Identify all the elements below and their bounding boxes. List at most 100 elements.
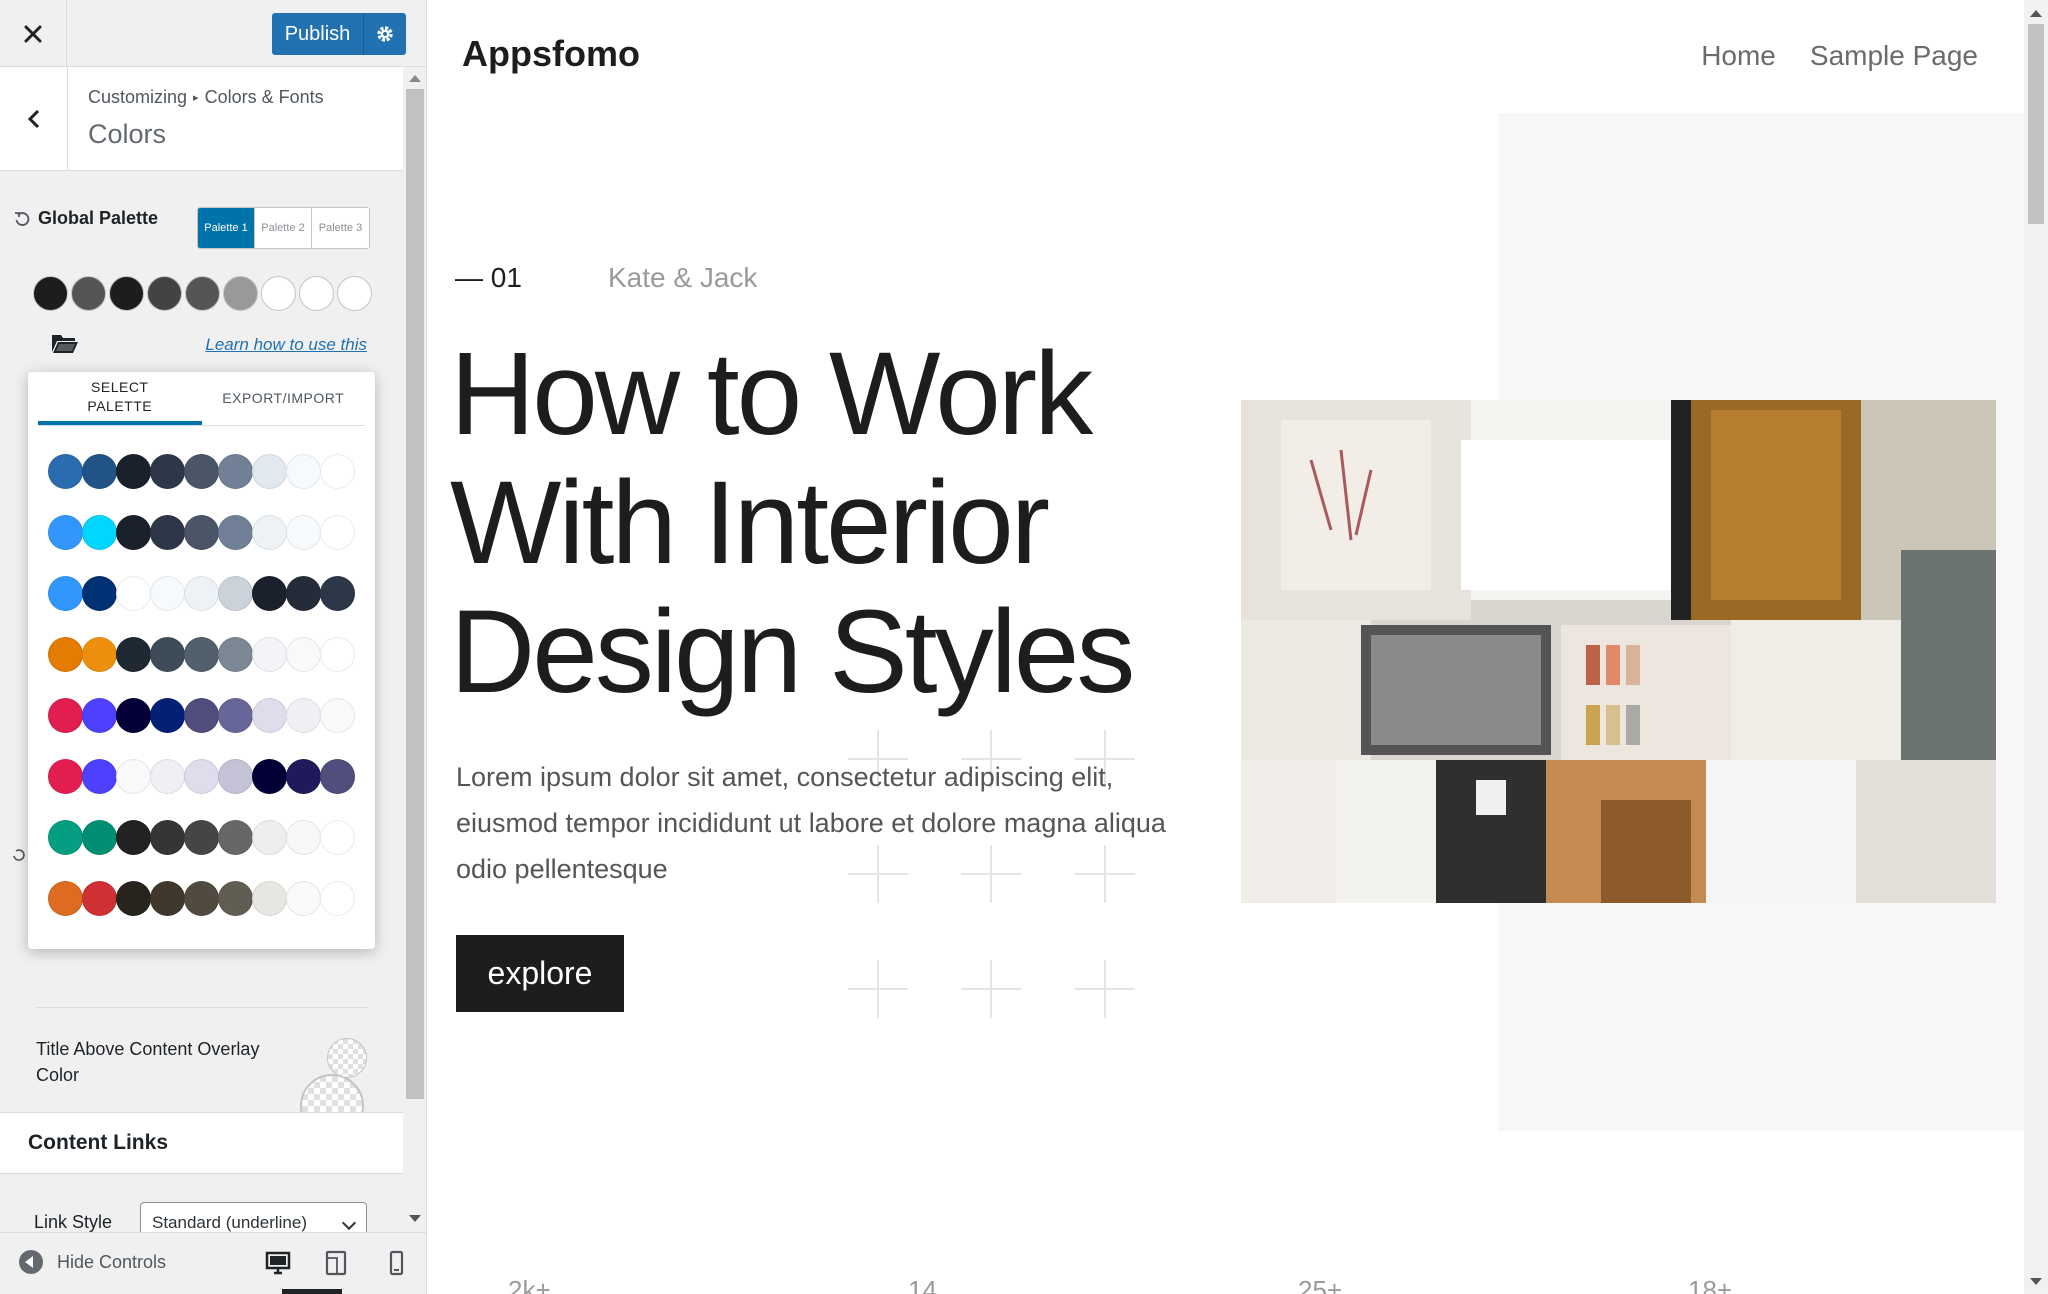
palette-options — [48, 454, 355, 942]
publish-settings-button[interactable] — [364, 13, 406, 55]
scroll-up-arrow-icon[interactable] — [409, 75, 421, 82]
palette-swatch[interactable] — [33, 276, 68, 311]
stat-value: 25+ — [1298, 1275, 1343, 1294]
chevron-left-icon — [27, 109, 39, 129]
palette-swatch[interactable] — [299, 276, 334, 311]
palette-option-swatch — [184, 820, 219, 855]
palette-swatch[interactable] — [147, 276, 182, 311]
palette-option[interactable] — [48, 759, 355, 820]
scrollbar-thumb[interactable] — [2028, 24, 2044, 224]
hide-controls-button[interactable]: Hide Controls — [57, 1252, 166, 1273]
palette-option-swatch — [82, 637, 117, 672]
palette-option-swatch — [286, 759, 321, 794]
tab-export-import[interactable]: EXPORT/IMPORT — [202, 372, 366, 425]
palette-option[interactable] — [48, 820, 355, 881]
scroll-down-arrow-icon[interactable] — [409, 1215, 421, 1222]
reset-icon[interactable] — [12, 848, 26, 862]
customizer-sidebar: Publish Customizing ▸ Colors & Fonts Color… — [0, 0, 427, 1294]
gear-icon — [377, 26, 393, 42]
palette-option[interactable] — [48, 515, 355, 576]
palette-option[interactable] — [48, 637, 355, 698]
palette-option-swatch — [116, 820, 151, 855]
folder-open-icon[interactable] — [51, 332, 79, 354]
popover-tabs: SELECT PALETTE EXPORT/IMPORT — [38, 372, 365, 426]
palette-option-swatch — [286, 576, 321, 611]
sidebar-scrollbar[interactable] — [403, 67, 426, 1232]
palette-option-swatch — [252, 637, 287, 672]
palette-option-swatch — [218, 515, 253, 550]
palette-option-swatch — [116, 698, 151, 733]
palette-option[interactable] — [48, 881, 355, 942]
palette-option-swatch — [252, 759, 287, 794]
hero-title: How to Work With Interior Design Styles — [450, 328, 1135, 718]
palette-tab-1[interactable]: Palette 1 — [198, 208, 255, 248]
palette-tab-3[interactable]: Palette 3 — [312, 208, 369, 248]
nav-item-home[interactable]: Home — [1701, 40, 1776, 72]
palette-option-swatch — [150, 820, 185, 855]
palette-option-swatch — [320, 698, 355, 733]
explore-button[interactable]: explore — [456, 935, 624, 1012]
palette-option-swatch — [184, 576, 219, 611]
palette-option-swatch — [218, 454, 253, 489]
desktop-preview-icon[interactable] — [264, 1249, 292, 1277]
palette-option[interactable] — [48, 454, 355, 515]
palette-swatch[interactable] — [71, 276, 106, 311]
learn-how-link[interactable]: Learn how to use this — [205, 335, 367, 355]
palette-option-swatch — [150, 454, 185, 489]
breadcrumb: Customizing ▸ Colors & Fonts — [88, 87, 324, 108]
breadcrumb-parent: Colors & Fonts — [204, 87, 324, 107]
palette-option-swatch — [82, 881, 117, 916]
divider — [36, 1007, 368, 1008]
palette-option[interactable] — [48, 576, 355, 637]
global-palette-label: Global Palette — [38, 208, 159, 228]
palette-option-swatch — [218, 820, 253, 855]
hero-author: Kate & Jack — [608, 262, 758, 293]
palette-option-swatch — [286, 820, 321, 855]
palette-option-swatch — [218, 759, 253, 794]
breadcrumb-separator: ▸ — [193, 92, 199, 104]
palette-option-swatch — [252, 576, 287, 611]
customizer-footer: Hide Controls — [0, 1232, 426, 1294]
stat-value: 2k+ — [508, 1275, 551, 1294]
palette-option-swatch — [150, 881, 185, 916]
palette-swatch[interactable] — [261, 276, 296, 311]
palette-swatch[interactable] — [185, 276, 220, 311]
palette-swatch[interactable] — [337, 276, 372, 311]
global-palette-row: Global Palette — [14, 208, 158, 229]
palette-option-swatch — [218, 576, 253, 611]
mobile-preview-icon[interactable] — [382, 1249, 410, 1277]
palette-swatch[interactable] — [109, 276, 144, 311]
close-customizer-button[interactable] — [0, 0, 67, 67]
tablet-preview-icon[interactable] — [322, 1249, 350, 1277]
reset-icon[interactable] — [14, 211, 30, 227]
palette-picker-popover: SELECT PALETTE EXPORT/IMPORT — [28, 372, 375, 949]
palette-option-swatch — [150, 637, 185, 672]
palette-option-swatch — [218, 637, 253, 672]
palette-option-swatch — [184, 637, 219, 672]
palette-option[interactable] — [48, 698, 355, 759]
overlay-color-swatch[interactable] — [327, 1038, 367, 1078]
scrollbar-thumb[interactable] — [406, 89, 424, 1099]
scroll-down-arrow-icon[interactable] — [2030, 1278, 2042, 1285]
publish-group: Publish — [272, 13, 406, 55]
palette-option-swatch — [48, 637, 83, 672]
palette-option-swatch — [252, 881, 287, 916]
palette-tab-2[interactable]: Palette 2 — [255, 208, 312, 248]
scroll-up-arrow-icon[interactable] — [2030, 10, 2042, 17]
publish-button[interactable]: Publish — [272, 13, 364, 55]
palette-swatch[interactable] — [223, 276, 258, 311]
preview-scrollbar[interactable] — [2024, 0, 2048, 1294]
palette-option-swatch — [184, 454, 219, 489]
tab-select-palette[interactable]: SELECT PALETTE — [38, 372, 202, 425]
palette-option-swatch — [286, 515, 321, 550]
hero-body-text: Lorem ipsum dolor sit amet, consectetur … — [456, 762, 1166, 884]
nav-item-sample-page[interactable]: Sample Page — [1810, 40, 1978, 72]
back-button[interactable] — [0, 67, 68, 171]
hide-controls-icon[interactable] — [19, 1250, 43, 1274]
site-title[interactable]: Appsfomo — [462, 33, 640, 75]
link-style-label: Link Style — [34, 1212, 113, 1232]
palette-option-swatch — [286, 881, 321, 916]
palette-option-swatch — [116, 881, 151, 916]
palette-option-swatch — [150, 698, 185, 733]
section-title: Colors — [88, 119, 167, 149]
